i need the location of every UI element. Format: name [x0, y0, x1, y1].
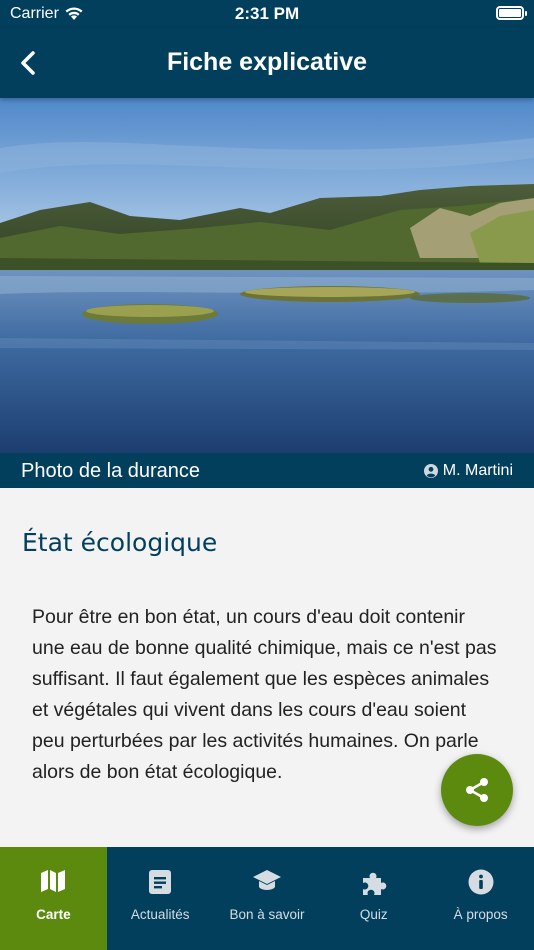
tab-label: Actualités [130, 907, 190, 922]
tab-bon-a-savoir[interactable]: Bon à savoir [214, 847, 321, 950]
tab-label: Bon à savoir [229, 907, 305, 922]
tab-actualites[interactable]: Actualités [107, 847, 214, 950]
status-time: 2:31 PM [234, 4, 300, 23]
tab-label: Quiz [359, 907, 388, 922]
info-icon [427, 869, 534, 895]
navigation-bar: Fiche explicative [0, 28, 534, 98]
bottom-tab-bar: Carte Actualités Bon à savoir Quiz À pro… [0, 847, 534, 950]
document-icon [107, 869, 214, 895]
section-text: Pour être en bon état, un cours d'eau do… [32, 606, 497, 783]
share-icon [466, 778, 488, 802]
tab-label: Carte [36, 907, 71, 922]
tab-carte[interactable]: Carte [0, 847, 107, 950]
river-photo [0, 98, 534, 453]
section-title: État écologique [22, 528, 218, 557]
puzzle-icon [320, 869, 427, 897]
map-icon [0, 869, 107, 893]
photo-caption-bar: Photo de la durance M. Martini [0, 453, 534, 488]
photo-credit-name: M. Martini [442, 462, 513, 479]
tab-quiz[interactable]: Quiz [320, 847, 427, 950]
graduation-cap-icon [214, 869, 321, 893]
user-icon [423, 464, 438, 478]
photo-caption: Photo de la durance [21, 460, 201, 482]
battery-icon [496, 6, 527, 20]
tab-a-propos[interactable]: À propos [427, 847, 534, 950]
share-button[interactable] [441, 754, 513, 826]
page-title: Fiche explicative [166, 48, 368, 76]
status-bar: Carrier 2:31 PM [0, 0, 534, 28]
tab-label: À propos [453, 907, 508, 922]
photo-credit: M. Martini [423, 462, 513, 480]
